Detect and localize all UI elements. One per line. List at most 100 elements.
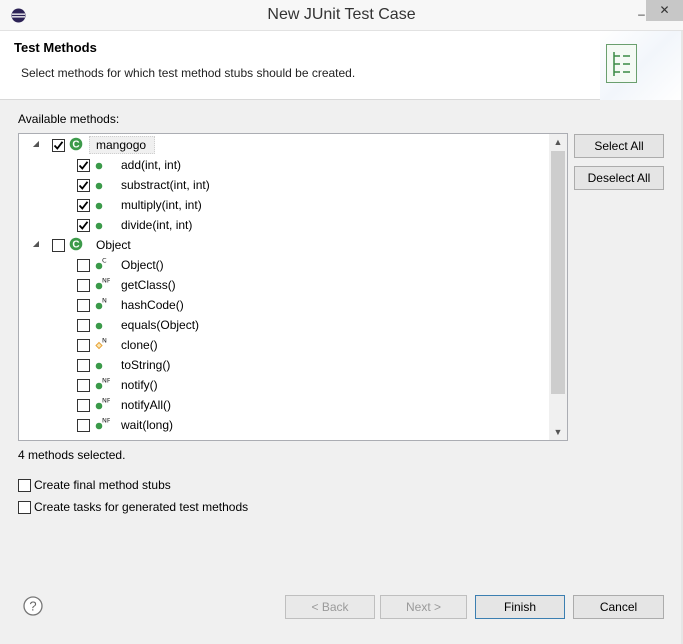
method-overlay-glyph: N [102, 297, 107, 305]
footer-divider [0, 579, 683, 580]
checkmark-icon [78, 181, 89, 190]
wizard-header: Test Methods Select methods for which te… [0, 31, 683, 100]
method-overlay-glyph: NF [102, 277, 110, 285]
public-method-icon [95, 222, 103, 230]
tree-checkbox[interactable] [77, 399, 90, 412]
public-method-icon [95, 182, 103, 190]
method-name-label: toString() [121, 358, 171, 372]
method-name-label: hashCode() [121, 298, 184, 312]
checkmark-icon [78, 201, 89, 210]
page-title: Test Methods [14, 40, 97, 55]
public-method-icon [95, 162, 103, 170]
checkmark-icon [53, 141, 64, 150]
method-name-label: notifyAll() [121, 398, 172, 412]
scroll-up-icon[interactable]: ▲ [549, 134, 567, 150]
scrollbar-thumb[interactable] [551, 151, 565, 394]
tree-method-row[interactable]: multiply(int, int) [19, 195, 549, 215]
method-overlay-glyph: NF [102, 417, 110, 425]
class-name-label: mangogo [96, 138, 147, 152]
close-button[interactable]: ✕ [646, 0, 683, 21]
junit-wizard-icon [606, 44, 637, 83]
tree-scrollbar[interactable]: ▲ ▼ [549, 134, 567, 440]
tree-class-row[interactable]: ◢ Cmangogo [19, 135, 549, 155]
method-name-label: clone() [121, 338, 158, 352]
tree-checkbox[interactable] [77, 179, 90, 192]
method-name-label: Object() [121, 258, 164, 272]
native-final-method-icon: NF [95, 277, 110, 290]
tree-checkbox[interactable] [77, 159, 90, 172]
deselect-all-button[interactable]: Deselect All [574, 166, 664, 190]
back-button[interactable]: < Back [285, 595, 375, 619]
svg-text:C: C [72, 240, 79, 251]
tree-checkbox[interactable] [77, 199, 90, 212]
tree-checkbox[interactable] [77, 379, 90, 392]
checkmark-icon [78, 221, 89, 230]
method-overlay-glyph: N [102, 337, 107, 345]
method-overlay-glyph: NF [102, 377, 110, 385]
tree-method-row[interactable]: add(int, int) [19, 155, 549, 175]
tree-checkbox[interactable] [77, 359, 90, 372]
tree-checkbox[interactable] [77, 259, 90, 272]
tree-checkbox[interactable] [77, 219, 90, 232]
tree-class-row[interactable]: ◢ C Object [19, 235, 549, 255]
tree-checkbox[interactable] [77, 299, 90, 312]
method-name-label: equals(Object) [121, 318, 200, 332]
tree-checkbox[interactable] [52, 139, 65, 152]
tree-method-row[interactable]: equals(Object) [19, 315, 549, 335]
method-name-label: substract(int, int) [121, 178, 210, 192]
public-method-icon [95, 362, 103, 370]
tree-method-row[interactable]: NF wait(long) [19, 415, 549, 435]
tree-checkbox[interactable] [52, 239, 65, 252]
tree-checkbox[interactable] [77, 319, 90, 332]
methods-tree[interactable]: ◢ Cmangogo add(int, int) substract(int, int… [18, 133, 568, 441]
tree-checkbox[interactable] [77, 339, 90, 352]
tree-method-row[interactable]: Nclone() [19, 335, 549, 355]
tree-method-row[interactable]: divide(int, int) [19, 215, 549, 235]
class-icon: C [69, 237, 83, 251]
tree-method-row[interactable]: NF notifyAll() [19, 395, 549, 415]
tree-method-row[interactable]: NhashCode() [19, 295, 549, 315]
method-name-label: notify() [121, 378, 158, 392]
expand-toggle-icon[interactable]: ◢ [31, 239, 41, 249]
tasks-checkbox[interactable] [18, 501, 31, 514]
public-method-icon [95, 202, 103, 210]
next-button[interactable]: Next > [380, 595, 467, 619]
help-glyph: ? [29, 599, 36, 614]
title-bar: New JUnit Test Case – ✕ [0, 0, 683, 31]
available-methods-label: Available methods: [18, 112, 120, 126]
public-method-icon [95, 322, 103, 330]
expand-toggle-icon[interactable]: ◢ [31, 139, 41, 149]
page-description: Select methods for which test method stu… [21, 66, 356, 80]
constructor-method-icon: C [95, 257, 107, 270]
final-stubs-checkbox[interactable] [18, 479, 31, 492]
native-final-method-icon: NF [95, 397, 110, 410]
select-all-button[interactable]: Select All [574, 134, 664, 158]
tree-method-row[interactable]: NF getClass() [19, 275, 549, 295]
help-icon[interactable]: ? [23, 596, 43, 616]
tree-method-row[interactable]: C Object() [19, 255, 549, 275]
class-name-label: Object [96, 238, 131, 252]
tree-checkbox[interactable] [77, 279, 90, 292]
method-name-label: add(int, int) [121, 158, 182, 172]
native-method-icon: N [95, 297, 107, 310]
method-name-label: wait(long) [121, 418, 174, 432]
selection-status: 4 methods selected. [18, 448, 126, 462]
native-final-method-icon: NF [95, 377, 110, 390]
tasks-label: Create tasks for generated test methods [34, 500, 249, 514]
svg-text:C: C [72, 140, 79, 151]
tree-method-row[interactable]: NF notify() [19, 375, 549, 395]
method-overlay-glyph: C [102, 257, 107, 265]
cancel-button[interactable]: Cancel [573, 595, 664, 619]
method-name-label: getClass() [121, 278, 176, 292]
tree-method-row[interactable]: toString() [19, 355, 549, 375]
tree-method-row[interactable]: substract(int, int) [19, 175, 549, 195]
checkmark-icon [78, 161, 89, 170]
tree-checkbox[interactable] [77, 419, 90, 432]
finish-button[interactable]: Finish [475, 595, 565, 619]
window-title: New JUnit Test Case [267, 6, 416, 23]
native-final-method-icon: NF [95, 417, 110, 430]
method-name-label: divide(int, int) [121, 218, 193, 232]
final-stubs-label: Create final method stubs [34, 478, 171, 492]
scroll-down-icon[interactable]: ▼ [549, 424, 567, 440]
protected-native-method-icon: N [95, 337, 107, 350]
